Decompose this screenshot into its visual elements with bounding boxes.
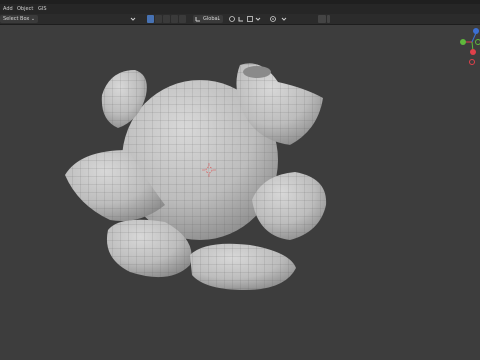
mesh-lobe-bottom-wireframe	[190, 243, 296, 290]
mesh-horn-cavity	[243, 66, 271, 78]
mesh-object[interactable]	[0, 0, 480, 360]
